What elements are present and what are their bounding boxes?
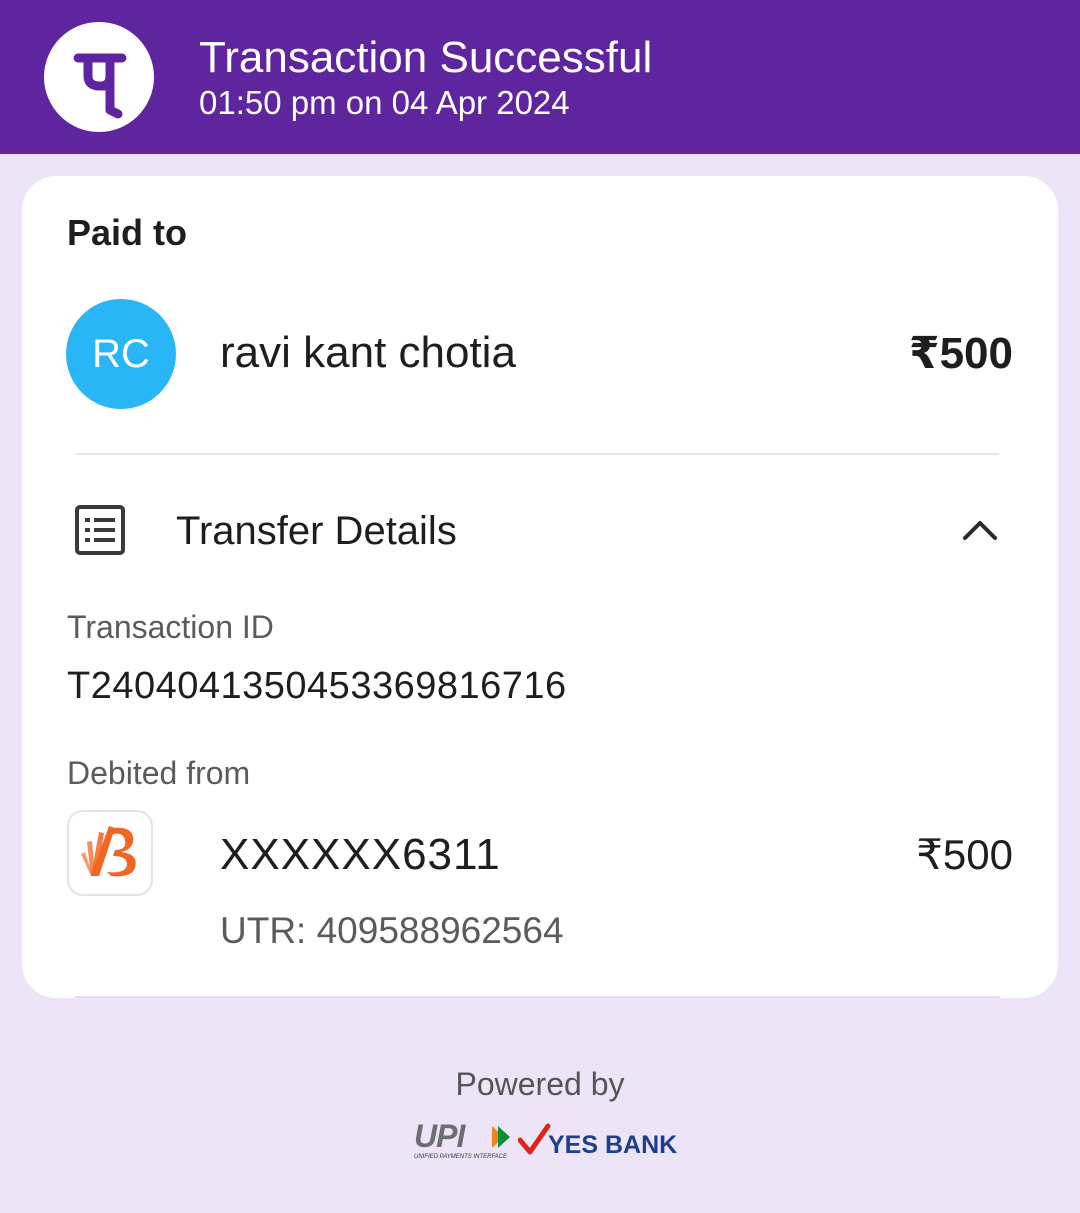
svg-text:UNIFIED PAYMENTS INTERFACE: UNIFIED PAYMENTS INTERFACE: [414, 1154, 508, 1160]
transaction-id-label: Transaction ID: [67, 609, 274, 645]
app-header: Transaction Successful 01:50 pm on 04 Ap…: [0, 0, 1080, 154]
yes-bank-logo-icon: YES BANK: [517, 1122, 678, 1163]
transaction-status-title: Transaction Successful: [199, 33, 653, 82]
payee-avatar[interactable]: RC: [66, 299, 176, 409]
utr-number[interactable]: UTR: 409588962564: [220, 910, 564, 952]
bank-of-baroda-logo-icon: [67, 810, 153, 896]
upi-logo-icon: UPI UNIFIED PAYMENTS INTERFACE: [412, 1118, 516, 1165]
payee-name[interactable]: ravi kant chotia: [220, 328, 516, 378]
transaction-id-value[interactable]: T2404041350453369816716: [67, 665, 567, 708]
chevron-up-icon[interactable]: [960, 514, 1000, 549]
receipt-list-icon: [74, 504, 126, 561]
debit-account-number: XXXXXX6311: [220, 830, 501, 879]
phonepe-logo-icon: [44, 22, 154, 132]
paid-to-label: Paid to: [67, 212, 188, 253]
transfer-details-title[interactable]: Transfer Details: [176, 509, 457, 554]
avatar-initials: RC: [92, 331, 150, 376]
transaction-card: Paid to RC ravi kant chotia ₹500 Transfe…: [22, 176, 1058, 998]
svg-text:YES BANK: YES BANK: [548, 1131, 677, 1158]
payee-amount: ₹500: [908, 329, 1013, 378]
powered-by-label: Powered by: [455, 1066, 625, 1102]
debit-amount: ₹500: [916, 831, 1013, 878]
svg-text:UPI: UPI: [414, 1120, 466, 1154]
card-bottom-divider: [75, 996, 1000, 998]
debited-from-label: Debited from: [67, 755, 251, 791]
transaction-timestamp: 01:50 pm on 04 Apr 2024: [199, 84, 570, 121]
divider: [75, 453, 999, 455]
